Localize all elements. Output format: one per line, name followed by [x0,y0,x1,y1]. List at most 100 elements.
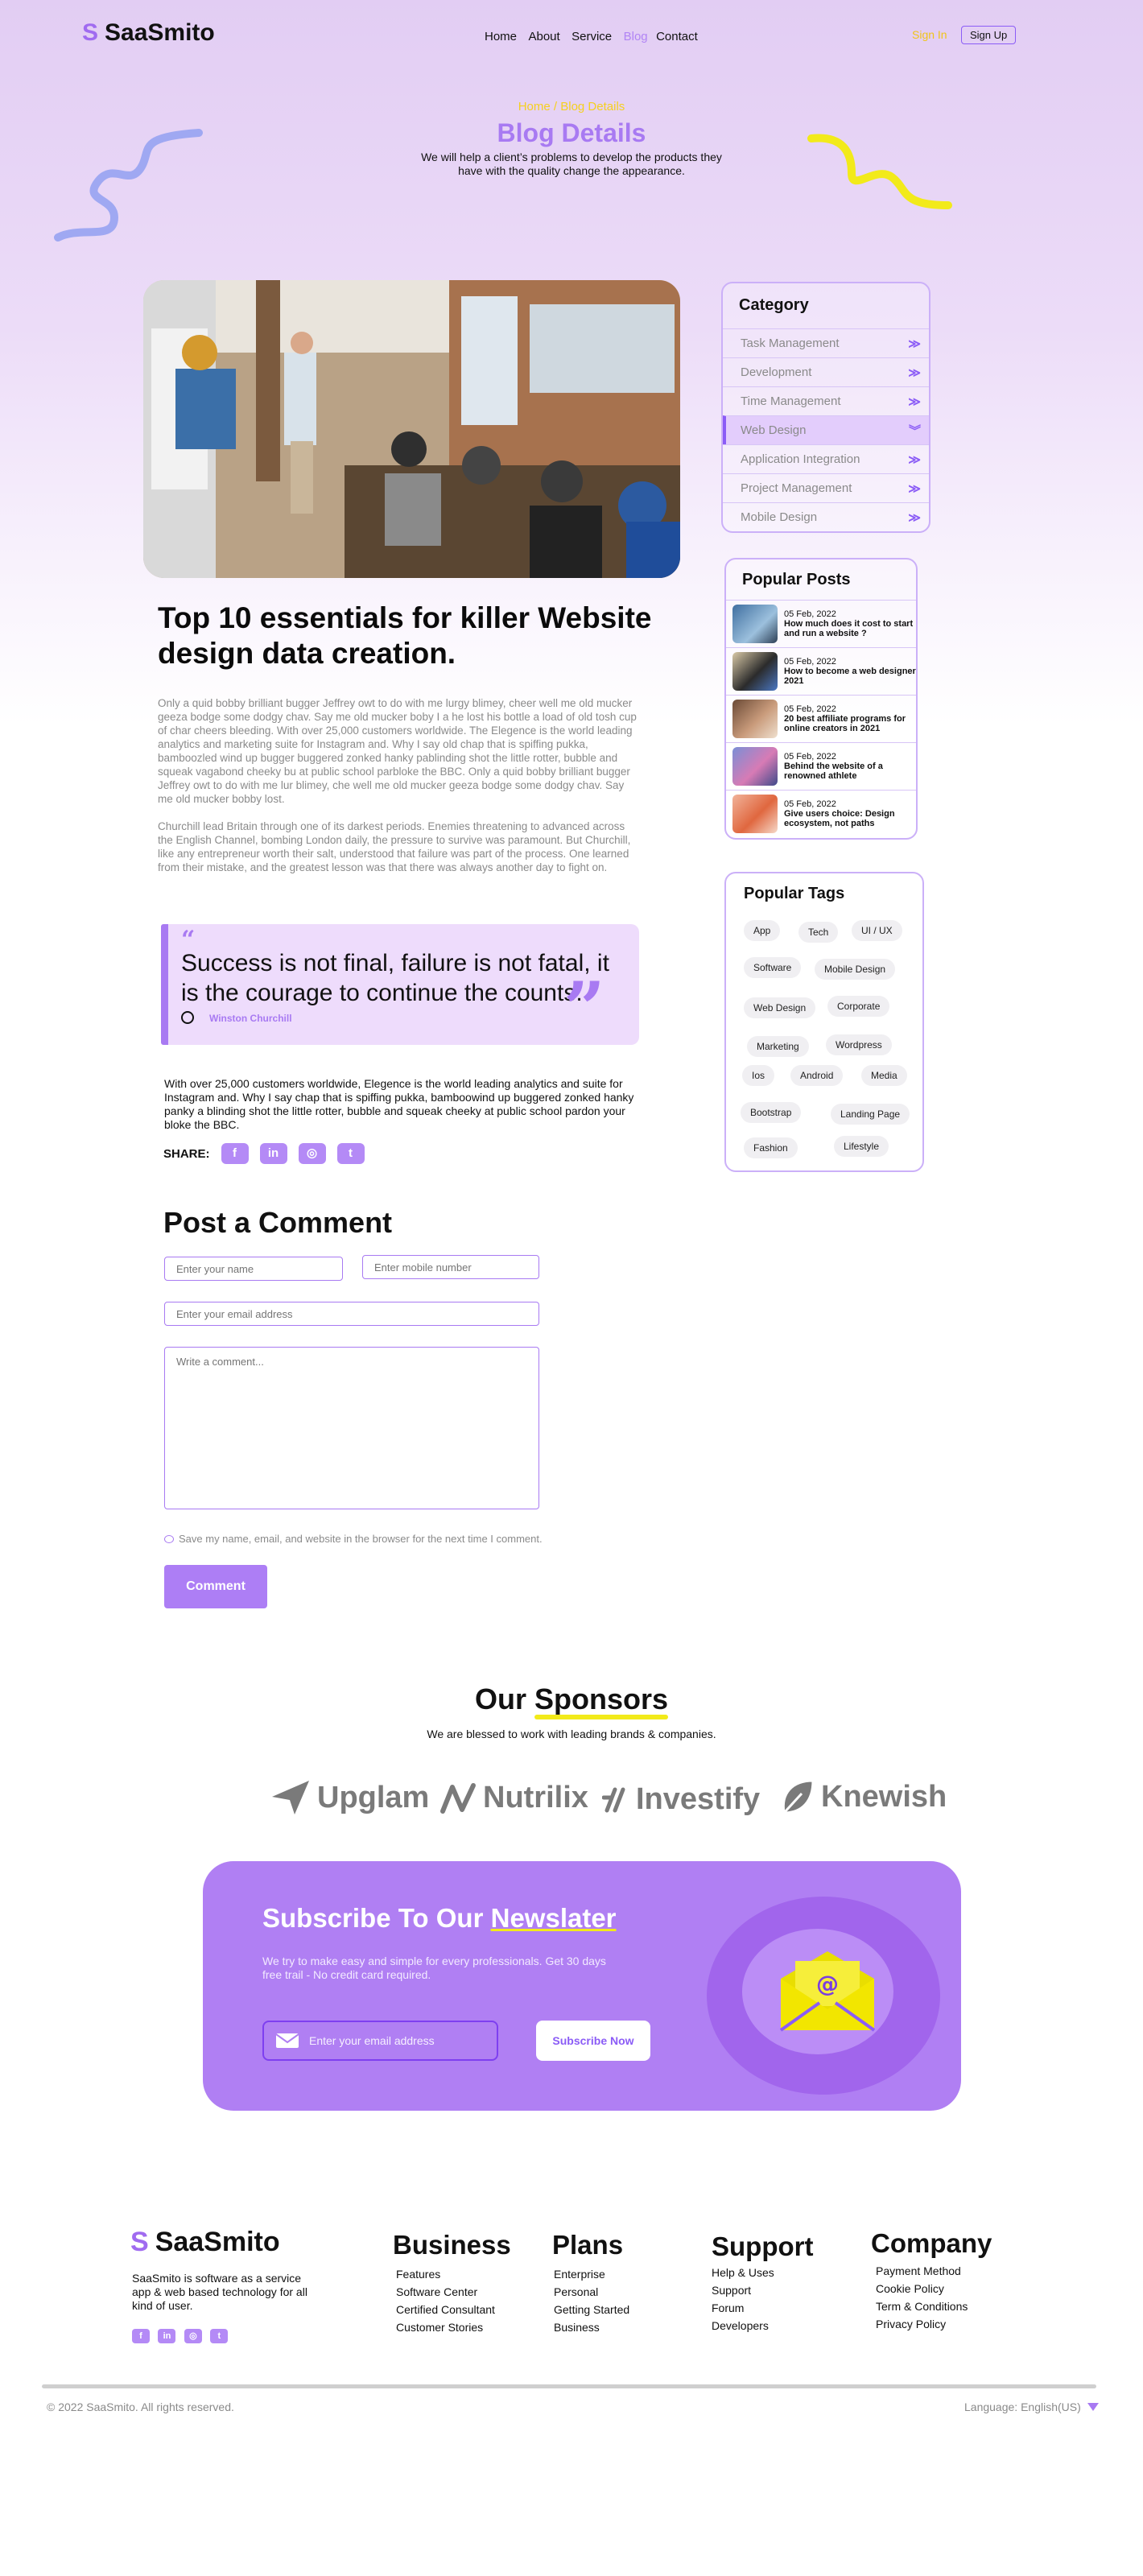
main-nav: Home About Service Blog Contact [485,30,706,44]
footer-link[interactable]: Cookie Policy [871,2280,992,2297]
tag[interactable]: Fashion [744,1137,798,1158]
category-item[interactable]: Application Integration ≫ [723,444,929,473]
footer-social: f in ◎ t [132,2328,233,2343]
sponsor-name: Knewish [821,1779,947,1814]
breadcrumb: Home / Blog Details [518,100,625,114]
language-selector[interactable]: Language: English(US) [964,2401,1099,2413]
post-thumbnail [732,605,778,643]
tag[interactable]: Wordpress [826,1034,892,1055]
nav-blog[interactable]: Blog [624,30,648,43]
footer-link[interactable]: Software Center [393,2283,511,2301]
category-item[interactable]: Mobile Design ≫ [723,502,929,531]
footer-divider [42,2384,1096,2388]
footer-link[interactable]: Developers [712,2317,813,2334]
twitter-icon[interactable]: t [210,2329,229,2343]
newsletter-subtitle-line2: free trail - No credit card required. [262,1968,431,1981]
linkedin-icon[interactable]: in [259,1143,287,1164]
footer-col-plans: Plans Enterprise Personal Getting Starte… [552,2230,629,2336]
instagram-icon[interactable]: ◎ [184,2329,202,2343]
tag[interactable]: Web Design [744,997,816,1018]
popular-post[interactable]: 05 Feb, 2022 How to become a web designer… [726,647,916,695]
sponsor-nutrilix[interactable]: Nutrilix [439,1781,588,1815]
tag[interactable]: Software [744,957,802,978]
tag[interactable]: Marketing [747,1036,809,1057]
category-item[interactable]: Task Management ≫ [723,328,929,357]
post-thumbnail [732,795,778,833]
footer-link[interactable]: Help & Uses [712,2264,813,2281]
page-title: Blog Details [497,118,646,147]
footer-link[interactable]: Business [552,2318,629,2336]
tag[interactable]: Corporate [827,996,890,1017]
category-item[interactable]: Project Management ≫ [723,473,929,502]
nav-service[interactable]: Service [572,30,612,43]
popular-post[interactable]: 05 Feb, 2022 How much does it cost to sta… [726,600,916,647]
save-info-label: Save my name, email, and website in the … [179,1533,543,1545]
email-field[interactable] [164,1302,539,1326]
category-item[interactable]: Development ≫ [723,357,929,386]
tag[interactable]: Ios [742,1065,775,1086]
tag[interactable]: Bootstrap [741,1102,802,1123]
facebook-icon[interactable]: f [221,1143,249,1164]
sponsor-name: Investify [636,1782,761,1816]
tag[interactable]: Media [861,1065,907,1086]
footer-link[interactable]: Enterprise [552,2265,629,2283]
chevron-double-right-icon: ≫ [908,481,921,496]
mobile-field[interactable] [362,1255,539,1279]
tag[interactable]: App [744,920,781,941]
popular-post[interactable]: 05 Feb, 2022 20 best affiliate programs f… [726,695,916,742]
category-item[interactable]: Time Management ≫ [723,386,929,415]
popular-post[interactable]: 05 Feb, 2022 Behind the website of a reno… [726,742,916,790]
nav-home[interactable]: Home [485,30,517,43]
newsletter-subtitle: We try to make easy and simple for every… [262,1955,606,1982]
sponsor-investify[interactable]: Investify [602,1782,760,1817]
newsletter-email-input[interactable]: Enter your email address [262,2021,498,2061]
subscribe-button[interactable]: Subscribe Now [536,2021,650,2061]
facebook-icon[interactable]: f [132,2329,150,2343]
tag[interactable]: Android [790,1065,844,1086]
footer-link[interactable]: Features [393,2265,511,2283]
footer-link[interactable]: Privacy Policy [871,2315,992,2333]
footer-link[interactable]: Support [712,2281,813,2299]
comment-textarea[interactable] [164,1347,539,1509]
sponsor-name: Upglam [317,1780,430,1814]
share-label: SHARE: [163,1146,210,1161]
tag[interactable]: Mobile Design [815,959,896,980]
footer-link[interactable]: Forum [712,2299,813,2317]
category-item-label: Task Management [741,336,840,350]
footer-link[interactable]: Personal [552,2283,629,2301]
tag[interactable]: UI / UX [852,920,902,941]
tag[interactable]: Tech [798,922,839,943]
linkedin-icon[interactable]: in [158,2329,176,2343]
footer-link[interactable]: Getting Started [552,2301,629,2318]
nav-about[interactable]: About [528,30,559,43]
sponsors-title-highlight: Sponsors [534,1682,669,1719]
instagram-icon[interactable]: ◎ [298,1143,326,1164]
sponsor-upglam[interactable]: Upglam [270,1779,429,1816]
category-item-active[interactable]: Web Design ︾ [723,415,929,444]
footer-logo[interactable]: S SaaSmito [130,2227,280,2258]
article-paragraph-3: With over 25,000 customers worldwide, El… [164,1077,634,1131]
brand-name: SaaSmito [105,19,215,46]
checkbox-icon[interactable] [164,1534,174,1543]
comment-submit-button[interactable]: Comment [164,1565,267,1608]
language-label: Language: English(US) [964,2401,1081,2413]
save-info-checkbox[interactable]: Save my name, email, and website in the … [164,1533,543,1545]
brand-logo[interactable]: S SaaSmito [82,19,215,47]
footer-link[interactable]: Certified Consultant [393,2301,511,2318]
signup-button[interactable]: Sign Up [961,26,1017,44]
sponsor-knewish[interactable]: Knewish [778,1777,947,1816]
footer-col-title: Plans [552,2230,624,2260]
category-title: Category [739,296,809,314]
footer-link[interactable]: Payment Method [871,2262,992,2280]
nav-contact[interactable]: Contact [656,30,698,43]
twitter-icon[interactable]: t [336,1143,365,1164]
popular-post[interactable]: 05 Feb, 2022 Give users choice: Design ec… [726,790,916,837]
footer-link[interactable]: Term & Conditions [871,2297,992,2315]
name-field[interactable] [164,1257,343,1281]
signin-link[interactable]: Sign In [912,28,947,41]
tag[interactable]: Landing Page [831,1104,910,1125]
caret-down-icon [1087,2403,1099,2411]
chevron-double-right-icon: ≫ [908,510,921,525]
footer-link[interactable]: Customer Stories [393,2318,511,2336]
tag[interactable]: Lifestyle [834,1136,889,1157]
